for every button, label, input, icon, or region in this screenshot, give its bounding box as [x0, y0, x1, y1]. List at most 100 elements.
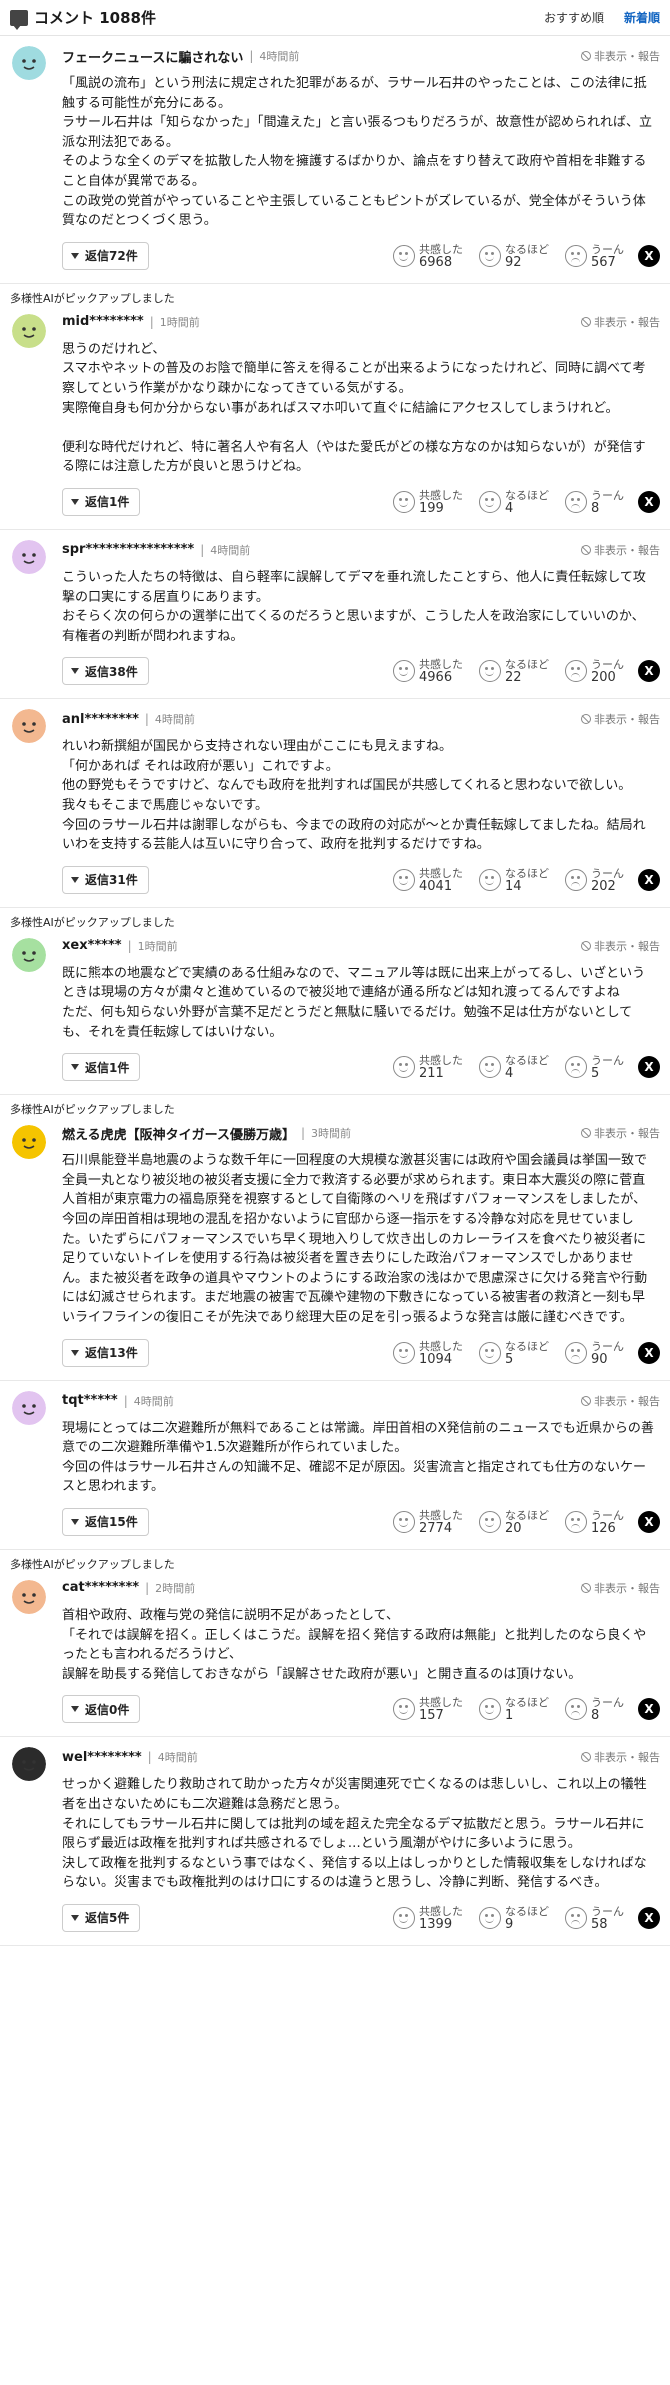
- hide-report-button[interactable]: 非表示・報告: [581, 1125, 660, 1141]
- react-hmm-button[interactable]: うーん 8: [565, 1696, 624, 1722]
- react-nod-count: 14: [505, 878, 522, 894]
- react-nod-button[interactable]: なるほど 22: [479, 658, 549, 684]
- react-nod-count: 4: [505, 500, 514, 516]
- nod-icon: [479, 490, 501, 513]
- x-share-icon[interactable]: X: [638, 1510, 660, 1533]
- react-nod-count: 22: [505, 670, 522, 686]
- username[interactable]: mid********: [62, 314, 144, 329]
- react-hmm-button[interactable]: うーん 58: [565, 1905, 624, 1931]
- react-hmm-button[interactable]: うーん 567: [565, 243, 624, 269]
- avatar[interactable]: [12, 539, 46, 574]
- username[interactable]: 燃える虎虎【阪神タイガース優勝万歳】: [62, 1124, 295, 1143]
- hmm-icon: [565, 868, 587, 891]
- react-nod-button[interactable]: なるほど 5: [479, 1340, 549, 1366]
- smile-icon: [393, 868, 415, 891]
- react-nod-button[interactable]: なるほど 4: [479, 1054, 549, 1080]
- react-nod-label: なるほど: [505, 488, 549, 502]
- avatar[interactable]: [12, 46, 46, 80]
- timestamp: 2時間前: [155, 1581, 196, 1595]
- x-share-icon[interactable]: X: [638, 660, 660, 683]
- react-nod-button[interactable]: なるほど 92: [479, 243, 549, 269]
- x-share-icon[interactable]: X: [638, 244, 660, 267]
- sort-recommended[interactable]: おすすめ順: [544, 9, 604, 26]
- avatar[interactable]: [12, 1390, 46, 1425]
- hide-report-button[interactable]: 非表示・報告: [581, 1580, 660, 1596]
- react-nod-button[interactable]: なるほど 20: [479, 1509, 549, 1535]
- replies-button[interactable]: 返信72件: [62, 241, 149, 270]
- replies-button[interactable]: 返信1件: [62, 1053, 141, 1082]
- comment-item: 多様性AIがピックアップしました mid******** | 1時間前 非表示・…: [0, 284, 670, 530]
- react-hmm-button[interactable]: うーん 200: [565, 658, 624, 684]
- block-icon: [581, 1752, 591, 1763]
- replies-button[interactable]: 返信13件: [62, 1338, 149, 1367]
- react-hmm-button[interactable]: うーん 5: [565, 1054, 624, 1080]
- x-share-icon[interactable]: X: [638, 1056, 660, 1079]
- avatar[interactable]: [12, 709, 46, 744]
- react-hmm-button[interactable]: うーん 90: [565, 1340, 624, 1366]
- replies-label: 返信1件: [85, 495, 130, 510]
- react-agree-button[interactable]: 共感した 6968: [393, 243, 463, 269]
- chevron-down-icon: [71, 252, 79, 259]
- avatar[interactable]: [12, 937, 46, 972]
- avatar-face-icon: [12, 1747, 46, 1782]
- sort-newest[interactable]: 新着順: [624, 9, 660, 26]
- react-agree-button[interactable]: 共感した 211: [393, 1054, 463, 1080]
- replies-label: 返信31件: [85, 873, 138, 888]
- avatar[interactable]: [12, 1579, 46, 1614]
- block-icon: [581, 544, 591, 555]
- react-hmm-button[interactable]: うーん 126: [565, 1509, 624, 1535]
- comment-item: 多様性AIがピックアップしました xex***** | 1時間前 非表示・報告 …: [0, 908, 670, 1096]
- replies-button[interactable]: 返信0件: [62, 1695, 141, 1724]
- separator: |: [300, 1126, 306, 1141]
- timestamp: 4時間前: [133, 1394, 174, 1408]
- react-hmm-button[interactable]: うーん 8: [565, 489, 624, 515]
- username[interactable]: cat********: [62, 1580, 139, 1595]
- react-agree-count: 4966: [419, 670, 453, 686]
- replies-button[interactable]: 返信38件: [62, 657, 149, 686]
- x-share-icon[interactable]: X: [638, 1698, 660, 1721]
- ai-pick-label: 多様性AIがピックアップしました: [10, 1557, 175, 1571]
- x-share-icon[interactable]: X: [638, 1906, 660, 1929]
- hmm-icon: [565, 1698, 587, 1721]
- replies-label: 返信5件: [85, 1911, 130, 1926]
- react-nod-button[interactable]: なるほど 14: [479, 867, 549, 893]
- react-agree-button[interactable]: 共感した 2774: [393, 1509, 463, 1535]
- avatar[interactable]: [12, 313, 46, 348]
- avatar-face-icon: [12, 937, 46, 972]
- avatar-face-icon: [12, 46, 46, 80]
- username[interactable]: フェークニュースに騙されない: [62, 47, 243, 66]
- username[interactable]: wel********: [62, 1750, 142, 1765]
- react-agree-button[interactable]: 共感した 1094: [393, 1340, 463, 1366]
- hide-report-button[interactable]: 非表示・報告: [581, 938, 660, 954]
- hide-report-button[interactable]: 非表示・報告: [581, 314, 660, 330]
- hide-report-button[interactable]: 非表示・報告: [581, 1749, 660, 1765]
- avatar[interactable]: [12, 1747, 46, 1782]
- replies-button[interactable]: 返信5件: [62, 1903, 141, 1932]
- username[interactable]: xex*****: [62, 938, 122, 953]
- replies-button[interactable]: 返信15件: [62, 1507, 149, 1536]
- x-share-icon[interactable]: X: [638, 1341, 660, 1364]
- react-nod-button[interactable]: なるほど 1: [479, 1696, 549, 1722]
- react-agree-button[interactable]: 共感した 4966: [393, 658, 463, 684]
- react-agree-button[interactable]: 共感した 1399: [393, 1905, 463, 1931]
- chevron-down-icon: [71, 876, 79, 883]
- username[interactable]: spr****************: [62, 542, 194, 557]
- react-nod-button[interactable]: なるほど 4: [479, 489, 549, 515]
- react-agree-button[interactable]: 共感した 157: [393, 1696, 463, 1722]
- username[interactable]: anl********: [62, 712, 139, 727]
- username[interactable]: tqt*****: [62, 1393, 118, 1408]
- hide-report-button[interactable]: 非表示・報告: [581, 711, 660, 727]
- react-nod-button[interactable]: なるほど 9: [479, 1905, 549, 1931]
- x-share-icon[interactable]: X: [638, 868, 660, 891]
- react-agree-button[interactable]: 共感した 4041: [393, 867, 463, 893]
- avatar[interactable]: [12, 1125, 46, 1160]
- comment-list: フェークニュースに騙されない | 4時間前 非表示・報告 「風説の流布」という刑…: [0, 36, 670, 1946]
- replies-button[interactable]: 返信1件: [62, 487, 141, 516]
- hide-report-button[interactable]: 非表示・報告: [581, 48, 660, 64]
- x-share-icon[interactable]: X: [638, 490, 660, 513]
- react-agree-button[interactable]: 共感した 199: [393, 489, 463, 515]
- replies-button[interactable]: 返信31件: [62, 865, 149, 894]
- hide-report-button[interactable]: 非表示・報告: [581, 542, 660, 558]
- react-hmm-button[interactable]: うーん 202: [565, 867, 624, 893]
- hide-report-button[interactable]: 非表示・報告: [581, 1393, 660, 1409]
